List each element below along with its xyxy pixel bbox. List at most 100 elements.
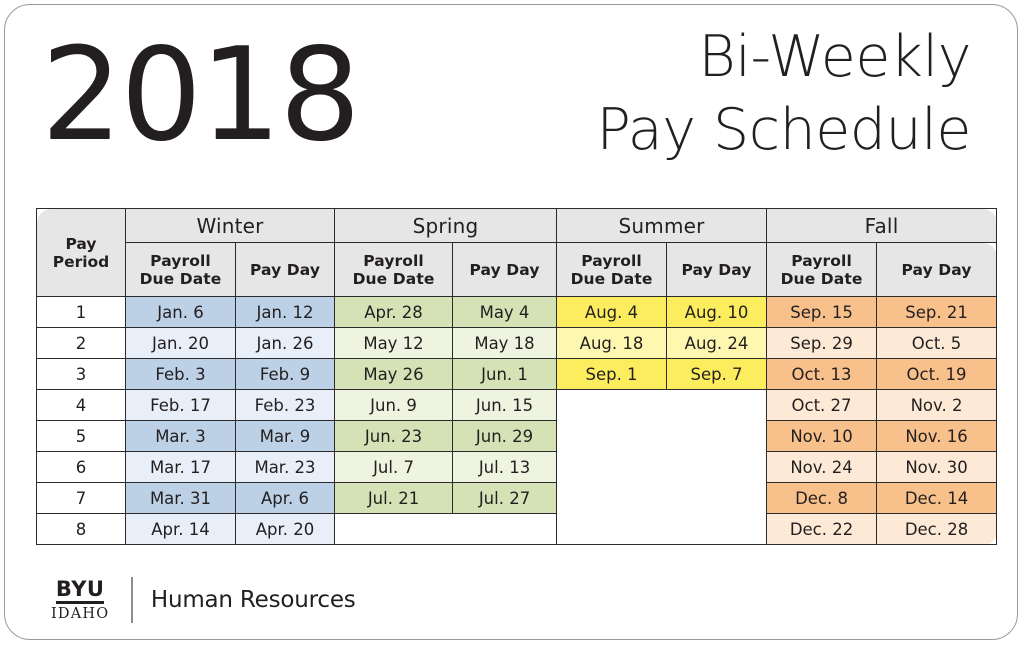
cell-pay-period: 2 [36,327,126,359]
cell-summer-due-date: Sep. 1 [556,358,668,390]
table-row: 8 Apr. 14 Apr. 20 Dec. 22 Dec. 28 [36,513,998,545]
cell-fall-due-date: Sep. 29 [766,327,878,359]
header-season-spring: Spring [334,208,558,243]
header-due-line2: Due Date [352,269,435,288]
header-winter-pay-day: Pay Day [234,242,336,297]
cell-spring-due-date: Jul. 21 [334,482,454,514]
header-due-line1: Payroll [363,251,424,270]
header-due-line1: Payroll [581,251,642,270]
table-head: Pay Period Winter Spring Summer Fall Pay… [36,208,998,297]
cell-winter-due-date: Mar. 3 [125,420,236,452]
table-body: 1 Jan. 6 Jan. 12 Apr. 28 May 4 Aug. 4 Aug. 10 S… [36,296,998,545]
headline-line-1: Bi-Weekly [698,24,971,90]
cell-pay-period: 5 [36,420,126,452]
cell-summer-pay-day: Sep. 7 [666,358,768,390]
title-area: 2018 Bi-Weekly Pay Schedule [5,5,1019,197]
table-row: 4 Feb. 17 Feb. 23 Jun. 9 Jun. 15 Oct. 27 Nov. … [36,389,998,545]
cell-fall-due-date: Nov. 24 [766,451,878,483]
header-due-line2: Due Date [780,269,863,288]
header-summer-due-date: Payroll Due Date [556,242,668,297]
cell-summer-due-date: Aug. 4 [556,296,668,328]
cell-spring-due-date: May 12 [334,327,454,359]
cell-spring-empty [334,513,558,545]
header-due-line2: Due Date [139,269,222,288]
cell-winter-due-date: Jan. 20 [125,327,236,359]
schedule-card: 2018 Bi-Weekly Pay Schedule Pay Period W… [4,4,1018,640]
cell-fall-pay-day: Dec. 28 [876,513,998,545]
cell-pay-period: 7 [36,482,126,514]
cell-fall-due-date: Dec. 8 [766,482,878,514]
logo-byu-text: BYU [55,578,105,604]
cell-spring-due-date: Jun. 9 [334,389,454,421]
header-due-line2: Due Date [570,269,653,288]
table-row: 1 Jan. 6 Jan. 12 Apr. 28 May 4 Aug. 4 Aug. 10 S… [36,296,998,328]
cell-fall-pay-day: Nov. 2 [876,389,998,421]
cell-spring-due-date: May 26 [334,358,454,390]
cell-fall-pay-day: Nov. 30 [876,451,998,483]
header-fall-pay-day: Pay Day [876,242,998,297]
cell-winter-pay-day: Mar. 9 [234,420,336,452]
cell-fall-pay-day: Oct. 5 [876,327,998,359]
cell-pay-period: 3 [36,358,126,390]
cell-fall-pay-day: Dec. 14 [876,482,998,514]
cell-spring-pay-day: Jul. 13 [452,451,558,483]
footer: BYU IDAHO Human Resources [51,573,356,627]
header-spring-due-date: Payroll Due Date [334,242,454,297]
header-season-summer: Summer [556,208,768,243]
cell-summer-due-date: Aug. 18 [556,327,668,359]
headline-line-2: Pay Schedule [596,97,971,163]
header-season-winter: Winter [124,208,336,243]
header-pay-period-line1: Pay [65,234,97,253]
cell-fall-due-date: Nov. 10 [766,420,878,452]
cell-pay-period: 6 [36,451,126,483]
cell-fall-due-date: Sep. 15 [766,296,878,328]
cell-winter-due-date: Mar. 17 [125,451,236,483]
cell-winter-due-date: Jan. 6 [125,296,236,328]
header-summer-pay-day: Pay Day [666,242,768,297]
cell-pay-period: 1 [36,296,126,328]
byu-idaho-logo: BYU IDAHO [51,578,111,622]
cell-fall-due-date: Dec. 22 [766,513,878,545]
cell-fall-pay-day: Sep. 21 [876,296,998,328]
cell-summer-pay-day: Aug. 10 [666,296,768,328]
header-due-line1: Payroll [791,251,852,270]
cell-winter-pay-day: Jan. 26 [234,327,336,359]
table-row: 7 Mar. 31 Apr. 6 Jul. 21 Jul. 27 Dec. 8 Dec. 1… [36,482,998,514]
footer-divider [131,577,133,623]
header-fall-due-date: Payroll Due Date [766,242,878,297]
cell-winter-due-date: Mar. 31 [125,482,236,514]
cell-fall-due-date: Oct. 13 [766,358,878,390]
table-row: 5 Mar. 3 Mar. 9 Jun. 23 Jun. 29 Nov. 10 Nov. 1… [36,420,998,452]
page-title-year: 2018 [41,21,361,170]
header-spring-pay-day: Pay Day [452,242,558,297]
cell-spring-due-date: Apr. 28 [334,296,454,328]
header-pay-period: Pay Period [36,208,126,297]
cell-spring-pay-day: Jun. 29 [452,420,558,452]
header-pay-period-line2: Period [52,252,110,271]
table-row: 6 Mar. 17 Mar. 23 Jul. 7 Jul. 13 Nov. 24 Nov. … [36,451,998,483]
cell-winter-pay-day: Apr. 20 [234,513,336,545]
cell-winter-pay-day: Feb. 9 [234,358,336,390]
cell-spring-pay-day: Jun. 1 [452,358,558,390]
cell-fall-pay-day: Nov. 16 [876,420,998,452]
logo-idaho-text: IDAHO [51,605,110,622]
footer-department: Human Resources [150,587,356,613]
table-row: 3 Feb. 3 Feb. 9 May 26 Jun. 1 Sep. 1 Sep. 7 Oct… [36,358,998,390]
cell-fall-pay-day: Oct. 19 [876,358,998,390]
cell-winter-pay-day: Jan. 12 [234,296,336,328]
cell-winter-pay-day: Apr. 6 [234,482,336,514]
cell-winter-due-date: Feb. 17 [125,389,236,421]
cell-spring-due-date: Jul. 7 [334,451,454,483]
cell-spring-pay-day: Jun. 15 [452,389,558,421]
cell-spring-pay-day: May 4 [452,296,558,328]
cell-spring-pay-day: Jul. 27 [452,482,558,514]
subheader-row: Payroll Due Date Pay Day Payroll Due Dat… [37,242,998,297]
cell-pay-period: 8 [36,513,126,545]
cell-fall-due-date: Oct. 27 [766,389,878,421]
cell-winter-due-date: Feb. 3 [125,358,236,390]
cell-summer-pay-day: Aug. 24 [666,327,768,359]
header-due-line1: Payroll [150,251,211,270]
cell-winter-due-date: Apr. 14 [125,513,236,545]
season-header-row: Pay Period Winter Spring Summer Fall [36,208,998,297]
cell-winter-pay-day: Mar. 23 [234,451,336,483]
